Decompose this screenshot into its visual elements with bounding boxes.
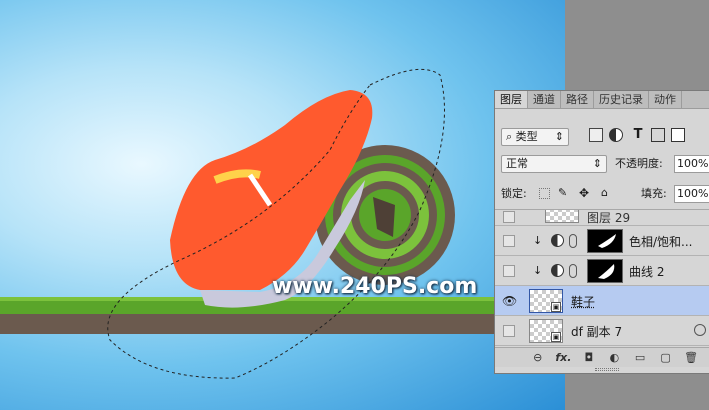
updown-icon: ⇕ xyxy=(554,130,564,143)
layer-row[interactable]: ▣ df 副本 7 xyxy=(495,316,709,346)
filter-row: ⌕ 类型 ⇕ T xyxy=(495,126,709,148)
layers-list: 图层 29 ↓ 色相/饱和... ↓ 曲线 2 👁 ▣ 鞋子 ▣ df 副本 7 xyxy=(495,209,709,347)
search-icon: ⌕ xyxy=(506,130,516,143)
blend-mode-label: 正常 xyxy=(506,157,528,170)
layers-panel: 图层 通道 路径 历史记录 动作 ⌕ 类型 ⇕ T 正常 ⇕ 不透明度: 100% … xyxy=(494,90,709,374)
layers-bottom-bar: ⊖ fx. ◘ ◐ ▭ ▢ 🗑 xyxy=(495,347,709,367)
tab-history[interactable]: 历史记录 xyxy=(594,91,649,108)
mask-icon[interactable]: ◘ xyxy=(581,351,597,364)
smartobject-filter-icon[interactable] xyxy=(671,128,685,142)
fill-label: 填充: xyxy=(641,187,667,200)
filter-kind-select[interactable]: ⌕ 类型 ⇕ xyxy=(501,128,569,146)
lock-move-icon[interactable]: ✥ xyxy=(579,186,593,200)
clip-arrow-icon: ↓ xyxy=(533,264,543,277)
watermark-text: www.240PS.com xyxy=(272,274,478,299)
opacity-field[interactable]: 100% xyxy=(674,155,709,173)
layer-name: 色相/饱和... xyxy=(629,235,693,249)
layer-mask-thumbnail xyxy=(587,229,623,253)
adjustment-icon xyxy=(551,264,564,277)
adjustment-filter-icon[interactable] xyxy=(609,128,623,142)
clip-arrow-icon: ↓ xyxy=(533,234,543,247)
ground-grass xyxy=(0,300,565,314)
filter-kind-label: 类型 xyxy=(515,130,538,143)
visibility-toggle[interactable] xyxy=(503,235,515,247)
blend-mode-select[interactable]: 正常 ⇕ xyxy=(501,155,607,173)
canvas-artwork xyxy=(0,68,565,379)
layer-name: 图层 29 xyxy=(587,211,631,225)
lock-all-icon[interactable]: ⌂ xyxy=(601,186,615,200)
image-filter-icon[interactable] xyxy=(589,128,603,142)
trash-icon[interactable]: 🗑 xyxy=(683,351,699,364)
link-icon xyxy=(569,234,577,248)
layer-row[interactable]: ↓ 色相/饱和... xyxy=(495,226,709,256)
layer-mask-thumbnail xyxy=(587,259,623,283)
visibility-toggle[interactable] xyxy=(503,325,515,337)
tab-layers[interactable]: 图层 xyxy=(495,91,528,108)
ground-soil xyxy=(0,312,565,334)
panel-tabs: 图层 通道 路径 历史记录 动作 xyxy=(495,91,709,109)
layer-name: 鞋子 xyxy=(571,295,596,309)
layer-name: 曲线 2 xyxy=(629,265,665,279)
smart-object-badge-icon: ▣ xyxy=(551,332,561,342)
tab-paths[interactable]: 路径 xyxy=(561,91,594,108)
shape-filter-icon[interactable] xyxy=(651,128,665,142)
visibility-toggle[interactable] xyxy=(503,211,515,223)
layer-row[interactable]: 图层 29 xyxy=(495,210,709,226)
smart-filter-icon[interactable] xyxy=(694,324,706,336)
fill-field[interactable]: 100% xyxy=(674,185,709,203)
blend-row: 正常 ⇕ 不透明度: 100% xyxy=(495,153,709,175)
document-canvas[interactable]: www.240PS.com xyxy=(0,0,565,410)
panel-resize-grip[interactable] xyxy=(595,368,619,371)
folder-icon[interactable]: ▭ xyxy=(632,351,648,364)
fx-icon[interactable]: fx. xyxy=(555,351,571,364)
link-icon xyxy=(569,264,577,278)
adjustment-icon xyxy=(551,234,564,247)
lock-label: 锁定: xyxy=(501,187,527,200)
layer-row[interactable]: ↓ 曲线 2 xyxy=(495,256,709,286)
lock-row: 锁定: ✎ ✥ ⌂ 填充: 100% xyxy=(495,183,709,205)
visibility-toggle[interactable] xyxy=(503,265,515,277)
adjustment-icon[interactable]: ◐ xyxy=(606,351,622,364)
layer-row[interactable]: 👁 ▣ 鞋子 xyxy=(495,286,709,316)
tab-channels[interactable]: 通道 xyxy=(528,91,561,108)
smart-object-badge-icon: ▣ xyxy=(551,302,561,312)
layer-name: df 副本 7 xyxy=(571,325,623,339)
updown-icon: ⇕ xyxy=(592,157,602,170)
opacity-label: 不透明度: xyxy=(615,157,663,170)
lock-transparent-icon[interactable] xyxy=(539,188,550,199)
link-icon[interactable]: ⊖ xyxy=(530,351,546,364)
type-filter-icon[interactable]: T xyxy=(631,128,645,142)
layer-thumbnail xyxy=(545,210,579,223)
eye-icon[interactable]: 👁 xyxy=(502,294,517,308)
tab-actions[interactable]: 动作 xyxy=(649,91,682,108)
lock-brush-icon[interactable]: ✎ xyxy=(558,186,572,200)
new-layer-icon[interactable]: ▢ xyxy=(658,351,674,364)
